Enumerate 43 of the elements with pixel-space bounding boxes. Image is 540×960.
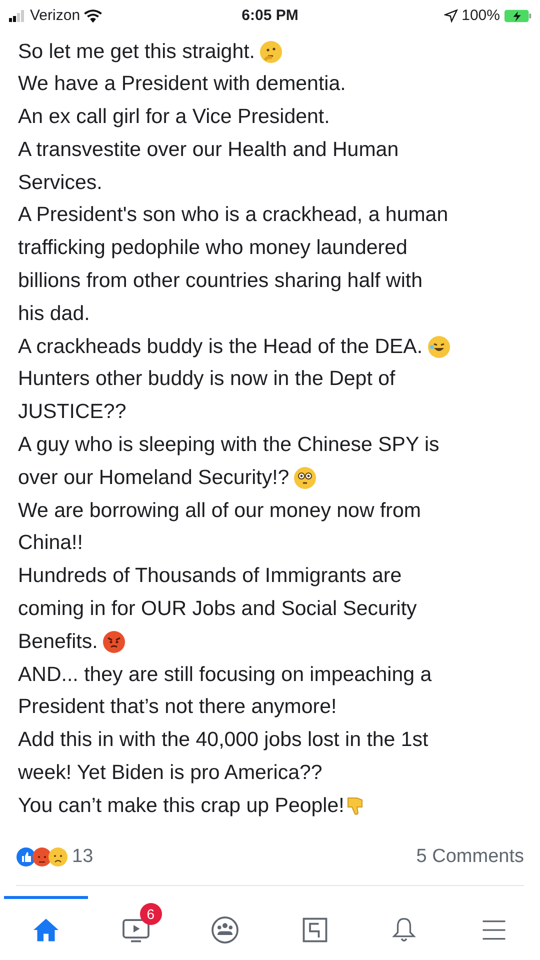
post-text-line: trafficking pedophile who money laundered: [18, 235, 408, 262]
like-reaction-icon: [16, 846, 36, 867]
post-text-line: You can’t make this crap up People!: [18, 792, 344, 819]
post-text-line: We are borrowing all of our money now from: [18, 498, 421, 524]
groups-icon: [210, 914, 240, 944]
post-text-line: We have a President with dementia.: [18, 71, 346, 98]
post-text-line: Services.: [18, 170, 102, 196]
post-text-line: China!!: [18, 530, 83, 556]
post-text-line: Benefits.: [18, 628, 98, 655]
post-text-line: A President's son who is a crackhead, a human: [18, 202, 448, 228]
flushed-emoji-icon: [293, 466, 318, 490]
post-text-line: his dad.: [18, 300, 90, 327]
post-text-line: JUSTICE??: [18, 399, 126, 426]
post-text-line: Add this in with the 40,000 jobs lost in the 1st: [18, 727, 428, 754]
notification-badge: 6: [140, 903, 162, 925]
location-arrow-icon: [444, 8, 458, 23]
angry-reaction-icon: [32, 846, 52, 867]
post-text-line: coming in for OUR Jobs and Social Security: [18, 596, 417, 622]
comments-link[interactable]: 5 Comments: [416, 842, 524, 872]
post-text-line: An ex call girl for a Vice President.: [18, 104, 330, 130]
post-text-line: So let me get this straight.: [18, 38, 256, 64]
post-text-line: Hunters other buddy is now in the Dept of: [18, 366, 396, 392]
signal-icon: [8, 10, 26, 22]
post-text-line: AND... they are still focusing on impeaching a: [18, 662, 432, 688]
wifi-icon: [84, 8, 102, 23]
post-text-line: week! Yet Biden is pro America??: [18, 760, 322, 786]
sad-reaction-icon: [48, 846, 68, 867]
post-text-line: billions from other countries sharing half with: [18, 268, 422, 294]
post-text-line: President that’s not there anymore!: [18, 694, 337, 720]
reaction-count[interactable]: 13: [72, 842, 94, 872]
post-text-line: A crackheads buddy is the Head of the DEA.: [18, 334, 423, 360]
post-text-line: over our Homeland Security!?: [18, 464, 290, 491]
angry-emoji-icon: [102, 630, 126, 654]
carrier-name: Verizon: [30, 6, 80, 26]
battery-percent: 100%: [462, 6, 500, 26]
post-text-line: Hundreds of Thousands of Immigrants are: [18, 563, 402, 590]
clock-time: 6:05 PM: [242, 6, 298, 26]
post-text-line: A guy who is sleeping with the Chinese SPY is: [18, 432, 440, 458]
thinking-emoji-icon: [259, 40, 284, 64]
laughing-emoji-icon: [426, 335, 451, 360]
battery-charging-icon: [504, 8, 532, 23]
nav-tab[interactable]: 6: [94, 896, 178, 960]
post-text-line: A transvestite over our Health and Human: [18, 136, 399, 163]
